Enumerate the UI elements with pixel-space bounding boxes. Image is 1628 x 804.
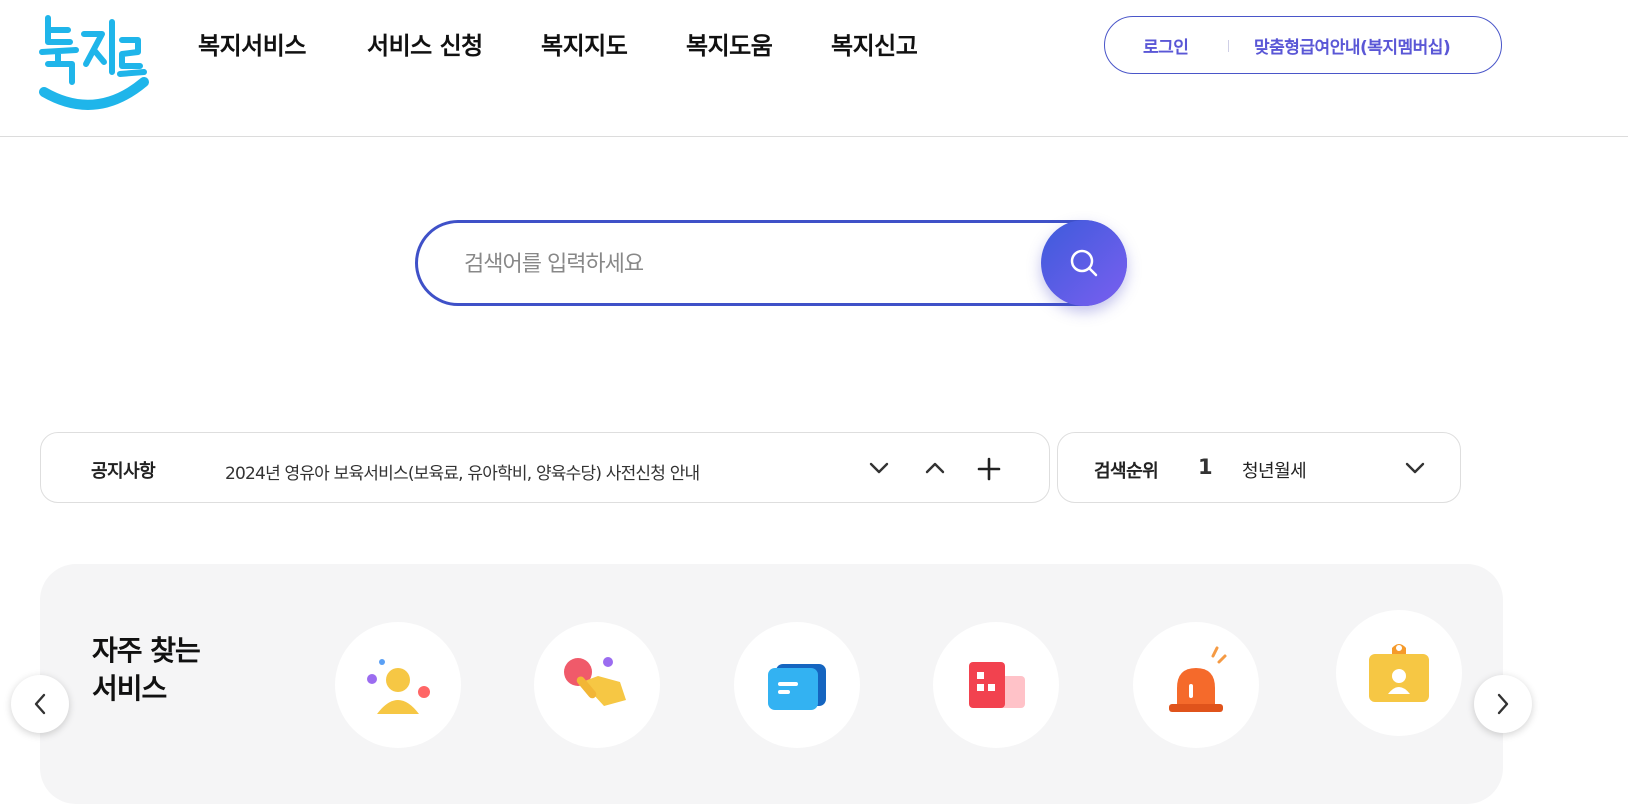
frequent-services-title: 자주 찾는 서비스	[92, 632, 201, 708]
tap-hand-icon	[564, 657, 626, 706]
building-icon	[969, 662, 1025, 708]
chevron-down-icon	[869, 462, 889, 474]
nav-welfare-map[interactable]: 복지지도	[541, 26, 628, 61]
chevron-left-icon	[34, 693, 46, 715]
search-ranking: 검색순위 1 청년월세	[1057, 432, 1461, 503]
ranking-keyword[interactable]: 청년월세	[1242, 457, 1307, 483]
search-button[interactable]	[1041, 220, 1127, 306]
service-item-6[interactable]	[1336, 610, 1462, 736]
notice-prev-button[interactable]	[918, 451, 952, 485]
person-icon	[367, 659, 430, 714]
login-link[interactable]: 로그인	[1143, 33, 1189, 58]
divider	[1228, 40, 1229, 52]
nav-welfare-report[interactable]: 복지신고	[831, 26, 918, 61]
frequent-services: 자주 찾는 서비스	[40, 564, 1503, 804]
notice-bar: 공지사항 2024년 영유아 보육서비스(보육료, 유아학비, 양육수당) 사전…	[40, 432, 1050, 503]
logo-icon	[39, 15, 149, 110]
nav-welfare-services[interactable]: 복지서비스	[198, 26, 306, 61]
chevron-up-icon	[925, 462, 945, 474]
notice-more-button[interactable]	[972, 451, 1006, 485]
site-header: 복지서비스 서비스 신청 복지지도 복지도움 복지신고 로그인 맞춤형급여안내(…	[0, 0, 1628, 137]
nav-service-application[interactable]: 서비스 신청	[367, 26, 483, 61]
frequent-title-line2: 서비스	[92, 672, 167, 705]
ranking-number: 1	[1198, 455, 1213, 479]
notice-text[interactable]: 2024년 영유아 보육서비스(보육료, 유아학비, 양육수당) 사전신청 안내	[225, 459, 700, 484]
plus-icon	[977, 457, 1001, 481]
search-bar	[415, 220, 1127, 306]
carousel-next-button[interactable]	[1474, 675, 1532, 733]
chevron-down-icon	[1405, 462, 1425, 474]
message-card-icon	[768, 664, 826, 710]
frequent-title-line1: 자주 찾는	[92, 634, 201, 667]
membership-link[interactable]: 맞춤형급여안내(복지멤버십)	[1254, 33, 1451, 58]
search-icon	[1070, 249, 1098, 277]
logo[interactable]	[36, 12, 156, 116]
chevron-right-icon	[1497, 693, 1509, 715]
ranking-label: 검색순위	[1094, 461, 1159, 482]
carousel-prev-button[interactable]	[11, 675, 69, 733]
nav-welfare-help[interactable]: 복지도움	[686, 26, 773, 61]
id-badge-icon	[1369, 644, 1429, 702]
service-item-2[interactable]	[534, 622, 660, 748]
service-item-5[interactable]	[1133, 622, 1259, 748]
ranking-expand-button[interactable]	[1398, 451, 1432, 485]
search-input[interactable]	[462, 245, 1026, 283]
service-item-3[interactable]	[734, 622, 860, 748]
user-menu: 로그인 맞춤형급여안내(복지멤버십)	[1104, 16, 1502, 74]
notice-label: 공지사항	[91, 461, 156, 482]
service-item-4[interactable]	[933, 622, 1059, 748]
notice-next-button[interactable]	[862, 451, 896, 485]
siren-icon	[1169, 646, 1227, 712]
service-item-1[interactable]	[335, 622, 461, 748]
